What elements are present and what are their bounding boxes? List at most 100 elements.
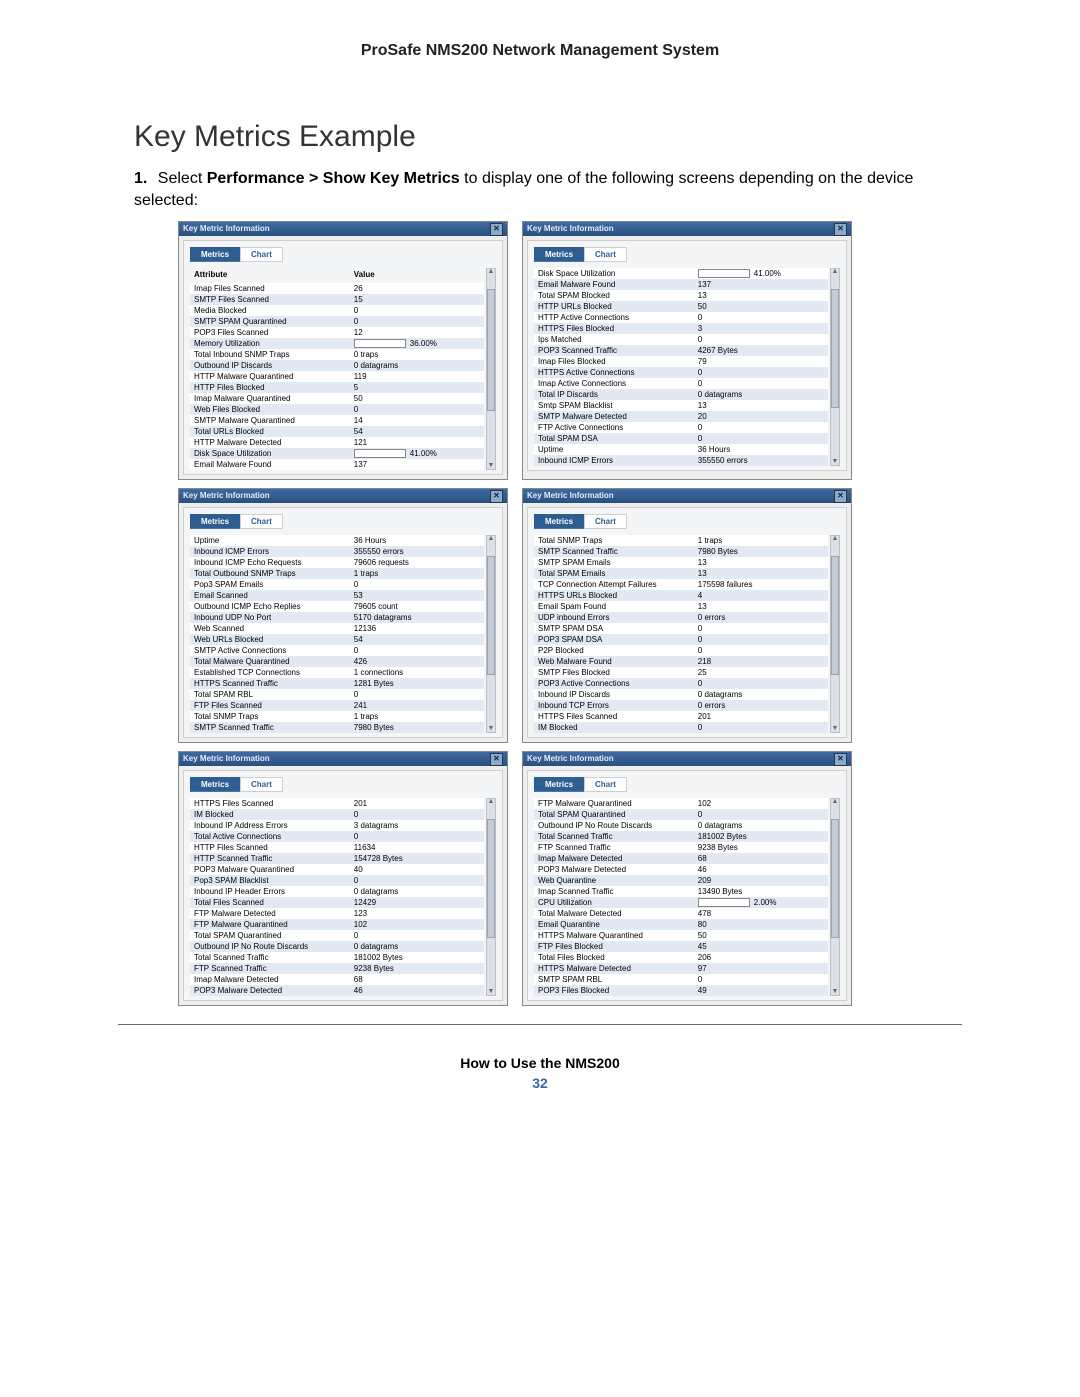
scroll-down-icon[interactable]: ▼ xyxy=(831,459,839,465)
table-row[interactable]: HTTPS Files Scanned201 xyxy=(534,711,828,722)
table-row[interactable]: SMTP SPAM Emails13 xyxy=(534,557,828,568)
table-row[interactable]: P2P Blocked0 xyxy=(534,645,828,656)
table-row[interactable]: Outbound IP No Route Discards0 datagrams xyxy=(190,941,484,952)
table-row[interactable]: Total Inbound SNMP Traps0 traps xyxy=(190,349,484,360)
table-row[interactable]: Imap Files Blocked79 xyxy=(534,356,828,367)
table-row[interactable]: Total SPAM DSA0 xyxy=(534,433,828,444)
table-row[interactable]: Pop3 SPAM Emails0 xyxy=(190,579,484,590)
table-row[interactable]: HTTPS Files Scanned201 xyxy=(190,798,484,809)
table-row[interactable]: IM Blocked0 xyxy=(190,809,484,820)
table-row[interactable]: Web Files Blocked0 xyxy=(190,404,484,415)
table-row[interactable]: Total Malware Quarantined426 xyxy=(190,656,484,667)
table-row[interactable]: FTP Scanned Traffic9238 Bytes xyxy=(190,963,484,974)
tab-metrics[interactable]: Metrics xyxy=(190,777,240,792)
table-row[interactable]: SMTP Malware Detected20 xyxy=(534,411,828,422)
table-row[interactable]: Total Files Scanned12429 xyxy=(190,897,484,908)
tab-chart[interactable]: Chart xyxy=(584,777,627,792)
table-row[interactable]: HTTPS Malware Quarantined50 xyxy=(534,930,828,941)
window-titlebar[interactable]: Key Metric Information✕ xyxy=(179,489,507,503)
scroll-down-icon[interactable]: ▼ xyxy=(831,726,839,732)
table-row[interactable]: CPU Utilization2.00% xyxy=(534,897,828,908)
table-row[interactable]: HTTP Scanned Traffic154728 Bytes xyxy=(190,853,484,864)
window-titlebar[interactable]: Key Metric Information✕ xyxy=(179,752,507,766)
table-row[interactable]: Imap Active Connections0 xyxy=(534,378,828,389)
scrollbar[interactable]: ▲▼ xyxy=(830,535,840,733)
table-row[interactable]: Total SNMP Traps1 traps xyxy=(190,711,484,722)
table-row[interactable]: Inbound IP Address Errors3 datagrams xyxy=(190,820,484,831)
close-icon[interactable]: ✕ xyxy=(490,490,503,503)
scroll-down-icon[interactable]: ▼ xyxy=(487,989,495,995)
close-icon[interactable]: ✕ xyxy=(834,223,847,236)
table-row[interactable]: Inbound IP Header Errors0 datagrams xyxy=(190,886,484,897)
table-row[interactable]: Memory Utilization36.00% xyxy=(190,338,484,349)
window-titlebar[interactable]: Key Metric Information✕ xyxy=(179,222,507,236)
scroll-up-icon[interactable]: ▲ xyxy=(487,269,495,275)
close-icon[interactable]: ✕ xyxy=(834,490,847,503)
table-row[interactable]: POP3 SPAM DSA0 xyxy=(534,634,828,645)
table-row[interactable]: UDP inbound Errors0 errors xyxy=(534,612,828,623)
table-row[interactable]: Outbound ICMP Echo Replies79605 count xyxy=(190,601,484,612)
table-row[interactable]: Disk Space Utilization41.00% xyxy=(190,448,484,459)
table-row[interactable]: Total Active Connections0 xyxy=(190,831,484,842)
table-row[interactable]: Media Blocked0 xyxy=(190,305,484,316)
table-row[interactable]: SMTP Active Connections0 xyxy=(190,645,484,656)
col-attribute[interactable]: Attribute xyxy=(190,268,350,283)
scroll-up-icon[interactable]: ▲ xyxy=(831,799,839,805)
scroll-thumb[interactable] xyxy=(487,556,495,676)
table-row[interactable]: Web Scanned12136 xyxy=(190,623,484,634)
table-row[interactable]: FTP Files Blocked45 xyxy=(534,941,828,952)
table-row[interactable]: Outbound IP No Route Discards0 datagrams xyxy=(534,820,828,831)
table-row[interactable]: FTP Malware Detected123 xyxy=(190,908,484,919)
table-row[interactable]: Total IP Discards0 datagrams xyxy=(534,389,828,400)
table-row[interactable]: Inbound IP Discards0 datagrams xyxy=(534,689,828,700)
table-row[interactable]: POP3 Active Connections0 xyxy=(534,678,828,689)
table-row[interactable]: HTTP URLs Blocked50 xyxy=(534,301,828,312)
scroll-up-icon[interactable]: ▲ xyxy=(831,536,839,542)
table-row[interactable]: Email Spam Found13 xyxy=(534,601,828,612)
table-row[interactable]: Total URLs Blocked54 xyxy=(190,426,484,437)
table-row[interactable]: SMTP Scanned Traffic7980 Bytes xyxy=(534,546,828,557)
tab-chart[interactable]: Chart xyxy=(240,514,283,529)
table-row[interactable]: SMTP SPAM DSA0 xyxy=(534,623,828,634)
scrollbar[interactable]: ▲▼ xyxy=(486,798,496,996)
table-row[interactable]: Email Quarantine80 xyxy=(534,919,828,930)
table-row[interactable]: Total Scanned Traffic181002 Bytes xyxy=(190,952,484,963)
table-row[interactable]: POP3 Malware Detected46 xyxy=(190,985,484,996)
table-row[interactable]: HTTP Malware Quarantined119 xyxy=(190,371,484,382)
table-row[interactable]: Inbound ICMP Echo Requests79606 requests xyxy=(190,557,484,568)
table-row[interactable]: POP3 Files Blocked49 xyxy=(534,985,828,996)
scroll-thumb[interactable] xyxy=(831,289,839,409)
window-titlebar[interactable]: Key Metric Information✕ xyxy=(523,489,851,503)
table-row[interactable]: Total Malware Detected478 xyxy=(534,908,828,919)
table-row[interactable]: Total SPAM Blocked13 xyxy=(534,290,828,301)
tab-metrics[interactable]: Metrics xyxy=(190,514,240,529)
close-icon[interactable]: ✕ xyxy=(490,223,503,236)
table-row[interactable]: HTTP Malware Detected121 xyxy=(190,437,484,448)
scroll-thumb[interactable] xyxy=(487,819,495,939)
table-row[interactable]: Email Malware Found137 xyxy=(190,459,484,470)
table-row[interactable]: FTP Malware Quarantined102 xyxy=(190,919,484,930)
table-row[interactable]: POP3 Malware Quarantined40 xyxy=(190,864,484,875)
table-row[interactable]: Imap Malware Quarantined50 xyxy=(190,393,484,404)
scroll-up-icon[interactable]: ▲ xyxy=(831,269,839,275)
table-row[interactable]: SMTP Scanned Traffic7980 Bytes xyxy=(190,722,484,733)
table-row[interactable]: Inbound UDP No Port5170 datagrams xyxy=(190,612,484,623)
table-row[interactable]: FTP Malware Quarantined102 xyxy=(534,798,828,809)
table-row[interactable]: FTP Scanned Traffic9238 Bytes xyxy=(534,842,828,853)
tab-metrics[interactable]: Metrics xyxy=(534,514,584,529)
table-row[interactable]: HTTP Files Scanned11634 xyxy=(190,842,484,853)
table-row[interactable]: Outbound IP Discards0 datagrams xyxy=(190,360,484,371)
table-row[interactable]: HTTP Files Blocked5 xyxy=(190,382,484,393)
table-row[interactable]: Web Quarantine209 xyxy=(534,875,828,886)
table-row[interactable]: Total SPAM Quarantined0 xyxy=(190,930,484,941)
table-row[interactable]: HTTPS Files Blocked3 xyxy=(534,323,828,334)
table-row[interactable]: SMTP SPAM RBL0 xyxy=(534,974,828,985)
table-row[interactable]: Total Files Blocked206 xyxy=(534,952,828,963)
scrollbar[interactable]: ▲▼ xyxy=(830,798,840,996)
scroll-up-icon[interactable]: ▲ xyxy=(487,536,495,542)
table-row[interactable]: HTTPS Malware Detected97 xyxy=(534,963,828,974)
table-row[interactable]: Uptime36 Hours xyxy=(534,444,828,455)
table-row[interactable]: POP3 Files Scanned12 xyxy=(190,327,484,338)
scroll-thumb[interactable] xyxy=(831,819,839,939)
table-row[interactable]: Web URLs Blocked54 xyxy=(190,634,484,645)
